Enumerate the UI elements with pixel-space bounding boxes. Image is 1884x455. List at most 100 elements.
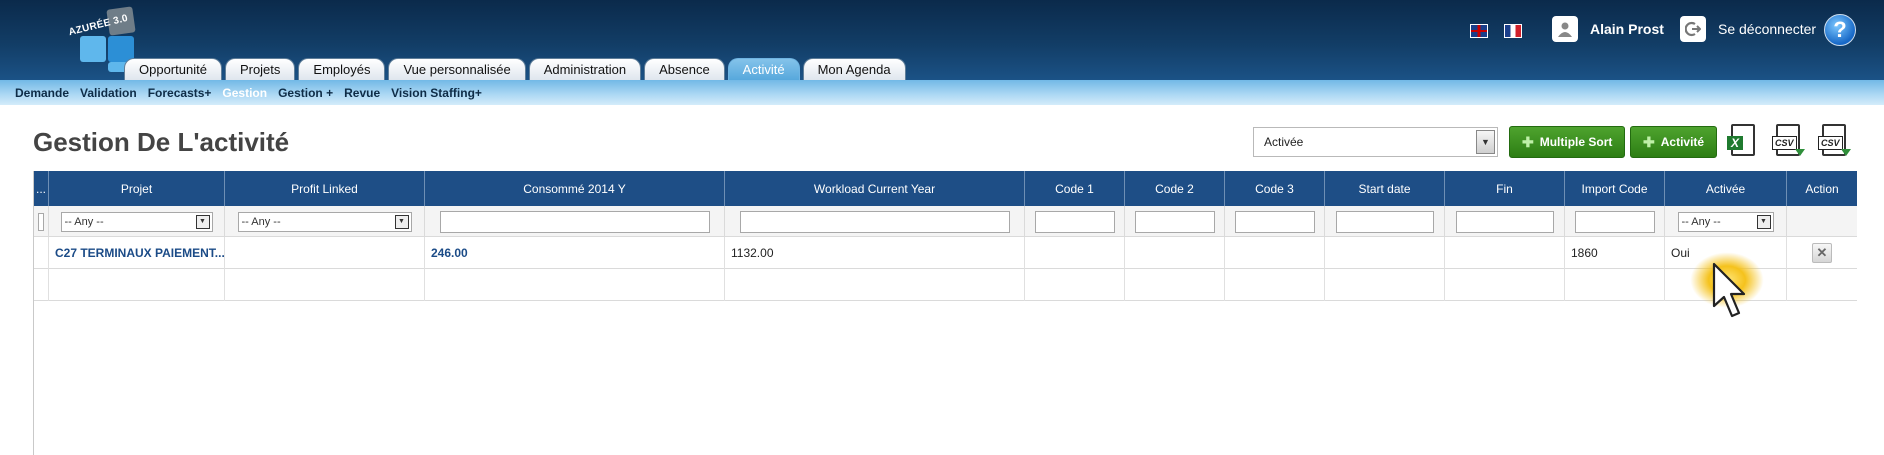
column-header-activee[interactable]: Activée bbox=[1665, 171, 1787, 206]
tab-projets[interactable]: Projets bbox=[224, 58, 296, 80]
filter-workload bbox=[725, 206, 1025, 237]
cell-empty bbox=[725, 269, 1025, 301]
cell-code3 bbox=[1225, 237, 1325, 269]
filter-consomme bbox=[425, 206, 725, 237]
cell-empty bbox=[49, 269, 225, 301]
tab-mon-agenda[interactable]: Mon Agenda bbox=[802, 58, 906, 80]
csv-export-all-icon[interactable]: CSV bbox=[1818, 124, 1852, 160]
filter-projet-value: -- Any -- bbox=[64, 215, 104, 228]
cell-fin bbox=[1445, 237, 1565, 269]
subnav-validation[interactable]: Validation bbox=[80, 86, 137, 100]
filter-code1 bbox=[1025, 206, 1125, 237]
column-header-fin[interactable]: Fin bbox=[1445, 171, 1565, 206]
column-header-action: Action bbox=[1805, 181, 1839, 196]
cell-workload: 1132.00 bbox=[725, 237, 1025, 269]
excel-export-icon[interactable]: X bbox=[1727, 124, 1761, 160]
user-name: Alain Prost bbox=[1590, 21, 1664, 37]
chevron-down-icon: ▼ bbox=[195, 214, 210, 229]
cell-empty bbox=[1787, 269, 1857, 301]
filter-profit-linked-select[interactable]: -- Any -- ▼ bbox=[237, 211, 412, 232]
status-filter-value: Activée bbox=[1264, 135, 1304, 149]
filter-code2-input[interactable] bbox=[1134, 210, 1215, 233]
user-profile[interactable]: Alain Prost bbox=[1552, 16, 1664, 42]
subnav-demande[interactable]: Demande bbox=[15, 86, 69, 100]
subnav-gestion[interactable]: Gestion bbox=[222, 86, 267, 100]
filter-activee-select[interactable]: -- Any -- ▼ bbox=[1677, 211, 1774, 232]
filter-activee-value: -- Any -- bbox=[1681, 215, 1721, 228]
column-header-workload[interactable]: Workload Current Year bbox=[725, 171, 1025, 206]
tab-activite[interactable]: Activité bbox=[727, 58, 800, 80]
top-header: AZURÉE 3.0 Alain Prost Se déconnecter ? … bbox=[0, 0, 1884, 80]
column-header-code1[interactable]: Code 1 bbox=[1025, 171, 1125, 206]
main-tabs: Opportunité Projets Employés Vue personn… bbox=[124, 58, 909, 80]
filter-fin bbox=[1445, 206, 1565, 237]
column-header-projet[interactable]: Projet bbox=[49, 171, 225, 206]
filter-hidden-input[interactable] bbox=[38, 212, 44, 231]
chevron-down-icon: ▼ bbox=[1756, 214, 1771, 229]
filter-start-date-input[interactable] bbox=[1335, 210, 1434, 233]
csv-badge: CSV bbox=[1772, 136, 1797, 150]
logout-icon bbox=[1680, 16, 1706, 42]
status-filter-select[interactable]: Activée ▼ bbox=[1253, 127, 1498, 157]
sub-navigation: Demande Validation Forecasts+ Gestion Ge… bbox=[0, 80, 1884, 105]
cell-empty bbox=[34, 269, 49, 301]
filter-profit-linked-value: -- Any -- bbox=[241, 215, 281, 228]
multiple-sort-button[interactable]: ✚ Multiple Sort bbox=[1509, 126, 1626, 158]
table-row[interactable]: C27 TERMINAUX PAIEMENT... 246.00 1132.00… bbox=[34, 237, 1857, 269]
tab-opportunite[interactable]: Opportunité bbox=[124, 58, 222, 80]
cell-code1 bbox=[1025, 237, 1125, 269]
plus-icon: ✚ bbox=[1522, 133, 1534, 150]
add-activity-button[interactable]: ✚ Activité bbox=[1630, 126, 1718, 158]
column-header-profit-linked[interactable]: Profit Linked bbox=[225, 171, 425, 206]
subnav-forecasts[interactable]: Forecasts+ bbox=[148, 86, 212, 100]
column-header-import-code[interactable]: Import Code bbox=[1565, 171, 1665, 206]
multiple-sort-label: Multiple Sort bbox=[1539, 135, 1613, 149]
tab-employes[interactable]: Employés bbox=[298, 58, 386, 80]
filter-projet: -- Any -- ▼ bbox=[49, 206, 225, 237]
column-header-consomme[interactable]: Consommé 2014 Y bbox=[425, 171, 725, 206]
subnav-gestion-plus[interactable]: Gestion + bbox=[278, 86, 333, 100]
cell-empty bbox=[1325, 269, 1445, 301]
cell-empty bbox=[1445, 269, 1565, 301]
filter-code3 bbox=[1225, 206, 1325, 237]
filter-import-code-input[interactable] bbox=[1574, 210, 1655, 233]
subnav-vision-staffing[interactable]: Vision Staffing+ bbox=[391, 86, 482, 100]
filter-start-date bbox=[1325, 206, 1445, 237]
tab-absence[interactable]: Absence bbox=[644, 58, 725, 80]
subnav-revue[interactable]: Revue bbox=[344, 86, 380, 100]
tab-administration[interactable]: Administration bbox=[528, 58, 642, 80]
column-header-start-date[interactable]: Start date bbox=[1325, 171, 1445, 206]
filter-projet-select[interactable]: -- Any -- ▼ bbox=[60, 211, 213, 232]
page-title: Gestion De L'activité bbox=[33, 127, 290, 157]
cell-empty bbox=[1025, 269, 1125, 301]
column-header-hidden[interactable]: ... bbox=[34, 171, 49, 206]
cell-projet[interactable]: C27 TERMINAUX PAIEMENT... bbox=[49, 237, 225, 269]
filter-workload-input[interactable] bbox=[739, 210, 1010, 233]
cell-start-date bbox=[1325, 237, 1445, 269]
cell-empty bbox=[1225, 269, 1325, 301]
france-flag-icon[interactable] bbox=[1504, 24, 1522, 38]
filter-code3-input[interactable] bbox=[1234, 210, 1315, 233]
csv-export-icon[interactable]: CSV bbox=[1772, 124, 1806, 160]
cell-empty bbox=[225, 269, 425, 301]
tab-vue-personnalisee[interactable]: Vue personnalisée bbox=[388, 58, 526, 80]
filter-row: -- Any -- ▼ -- Any -- ▼ -- Any -- ▼ bbox=[34, 206, 1857, 237]
cell-consomme[interactable]: 246.00 bbox=[425, 237, 725, 269]
activity-grid: ... Projet Profit Linked Consommé 2014 Y… bbox=[33, 171, 1857, 455]
filter-code2 bbox=[1125, 206, 1225, 237]
filter-code1-input[interactable] bbox=[1034, 210, 1115, 233]
cell-empty bbox=[1565, 269, 1665, 301]
cell-hidden bbox=[34, 237, 49, 269]
logout-link[interactable]: Se déconnecter bbox=[1680, 16, 1816, 42]
cell-empty bbox=[1125, 269, 1225, 301]
column-header-code2[interactable]: Code 2 bbox=[1125, 171, 1225, 206]
column-header-code3[interactable]: Code 3 bbox=[1225, 171, 1325, 206]
plus-icon: ✚ bbox=[1643, 133, 1655, 150]
filter-consomme-input[interactable] bbox=[439, 210, 710, 233]
excel-badge: X bbox=[1727, 136, 1744, 150]
filter-fin-input[interactable] bbox=[1455, 210, 1554, 233]
help-icon[interactable]: ? bbox=[1824, 14, 1856, 46]
close-icon[interactable]: ✕ bbox=[1812, 243, 1832, 263]
chevron-down-icon: ▼ bbox=[1476, 130, 1495, 154]
uk-flag-icon[interactable] bbox=[1470, 24, 1488, 38]
